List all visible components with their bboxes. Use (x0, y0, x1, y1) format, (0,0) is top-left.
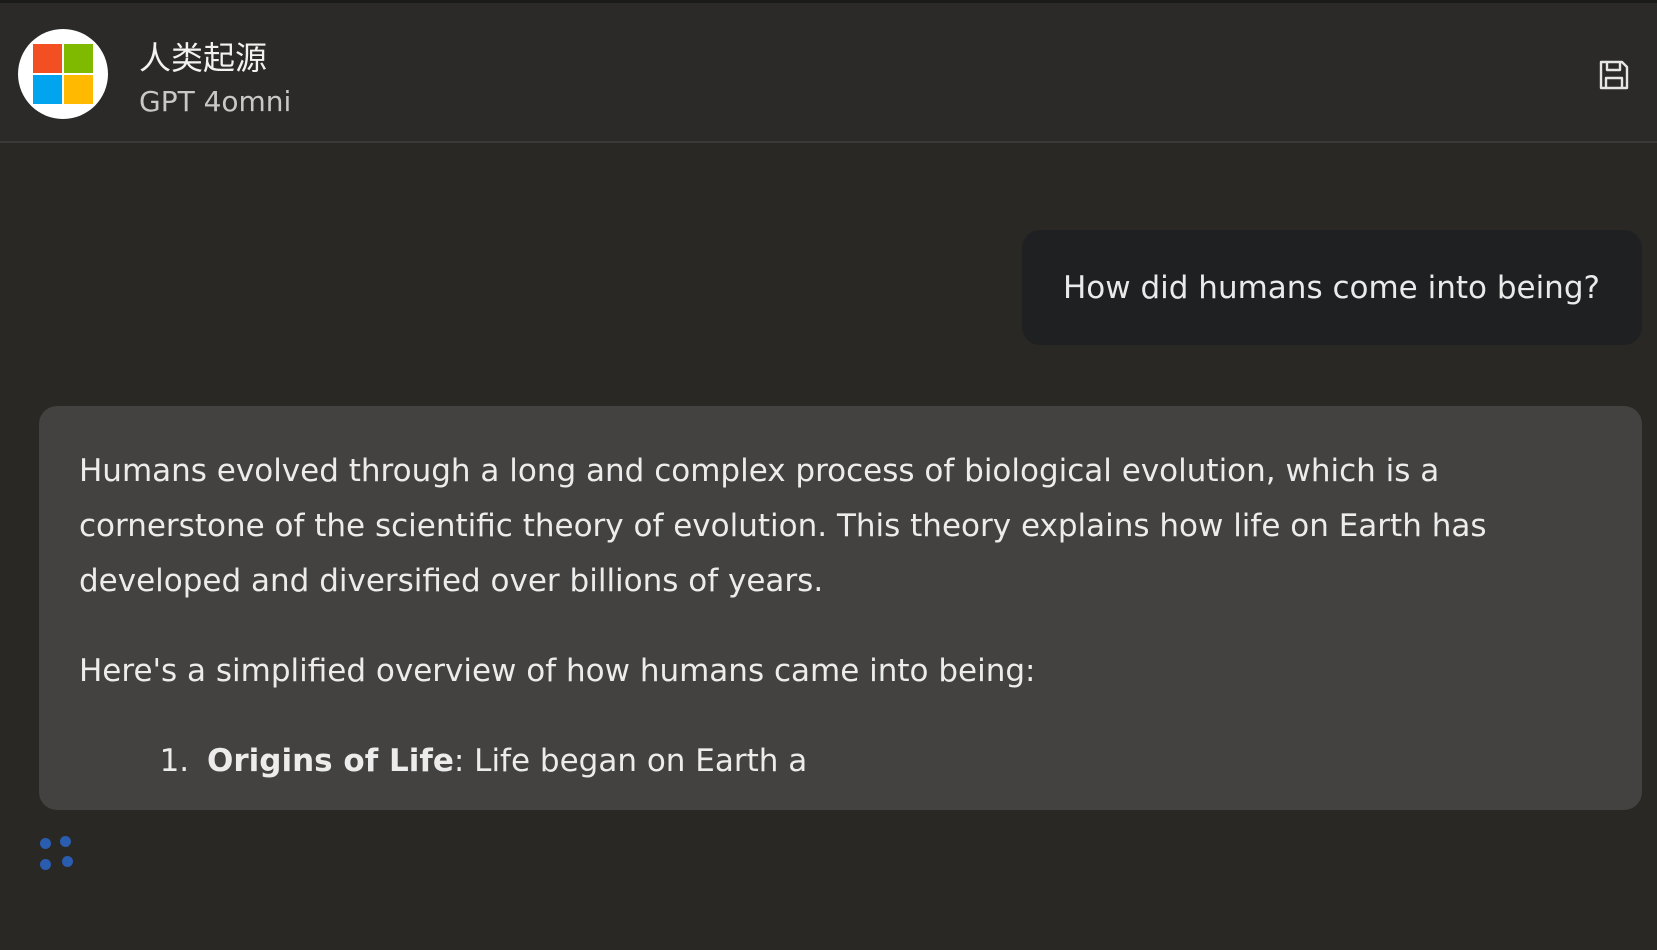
user-message-text: How did humans come into being? (1063, 269, 1600, 306)
user-message: How did humans come into being? (1022, 230, 1642, 345)
list-item-title: Origins of Life (207, 743, 454, 779)
loading-dot (62, 856, 73, 867)
assistant-paragraph: Here's a simplified overview of how huma… (79, 653, 1036, 689)
assistant-list: Origins of Life: Life began on Earth a (79, 734, 1602, 789)
loading-dot (40, 859, 51, 870)
windows-logo-icon (33, 44, 93, 104)
assistant-message: Humans evolved through a long and comple… (39, 406, 1642, 810)
chat-header: 人类起源 GPT 4omni (0, 0, 1657, 143)
chat-title: 人类起源 (139, 39, 268, 77)
save-button[interactable] (1596, 57, 1632, 93)
floppy-disk-icon (1599, 60, 1629, 90)
list-item: Origins of Life: Life began on Earth a (199, 734, 1602, 789)
loading-dot (40, 838, 51, 849)
avatar (18, 29, 108, 119)
loading-dots-icon (38, 834, 78, 874)
loading-dot (60, 836, 71, 847)
list-item-text: : Life began on Earth a (453, 743, 808, 779)
model-name: GPT 4omni (139, 85, 292, 118)
assistant-paragraph: Humans evolved through a long and comple… (79, 453, 1487, 599)
